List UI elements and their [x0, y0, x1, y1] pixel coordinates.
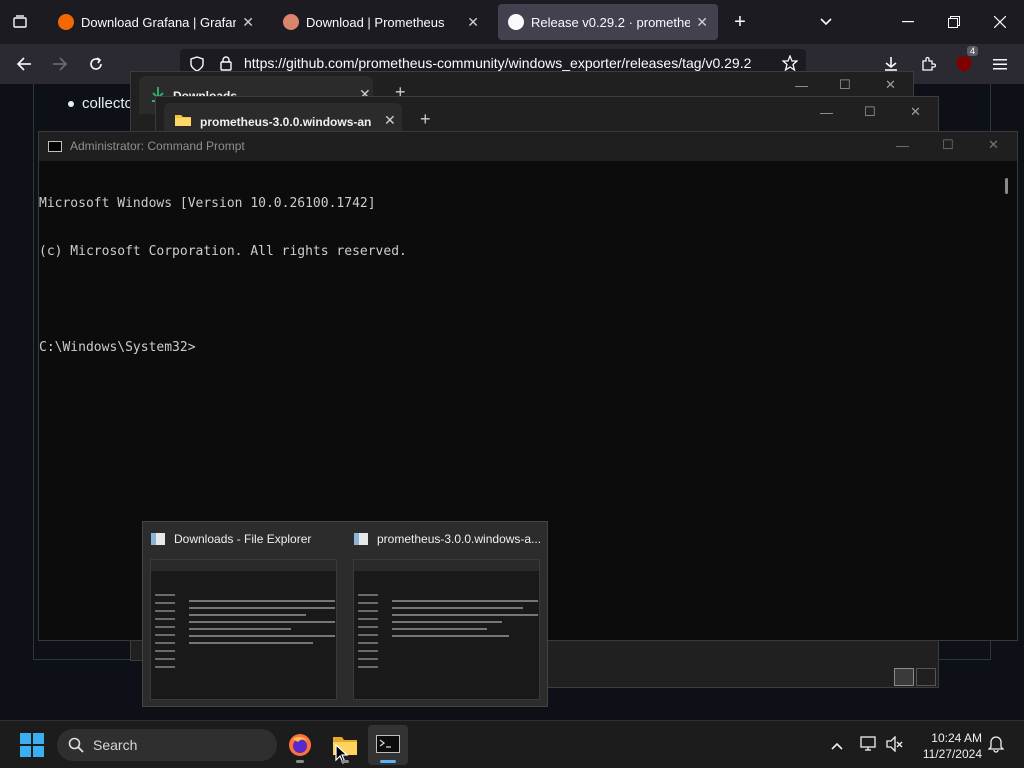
taskbar-thumbnail-preview: Downloads - File Explorer prometheus-3.0… — [142, 521, 548, 707]
minimize-icon[interactable]: — — [820, 105, 833, 120]
file-explorer-icon — [354, 533, 368, 545]
terminal-icon — [376, 735, 400, 753]
search-icon — [68, 737, 84, 753]
bullet-icon — [68, 100, 74, 107]
minimize-icon[interactable] — [896, 10, 920, 34]
close-tab-icon[interactable]: ✕ — [384, 112, 396, 129]
volume-muted-icon[interactable] — [886, 735, 904, 757]
running-indicator — [341, 760, 349, 763]
prometheus-icon — [283, 14, 299, 30]
clock-time: 10:24 AM — [931, 731, 982, 745]
start-windows-icon[interactable] — [20, 733, 44, 757]
reload-icon[interactable] — [84, 52, 108, 76]
close-tab-icon[interactable]: ✕ — [467, 14, 479, 31]
chevron-down-icon[interactable] — [814, 10, 838, 34]
browser-tab-bar: Download Grafana | Grafana Lal ✕ Downloa… — [0, 0, 1024, 44]
grafana-icon — [58, 14, 74, 30]
menu-hamburger-icon[interactable] — [988, 52, 1012, 76]
running-indicator — [380, 760, 396, 763]
tab-title: Release v0.29.2 · prometheus-co — [531, 14, 691, 30]
close-window-icon[interactable]: ✕ — [910, 104, 921, 120]
taskbar-firefox[interactable] — [280, 725, 320, 765]
close-tab-icon[interactable]: ✕ — [696, 14, 708, 31]
maximize-icon[interactable]: ☐ — [942, 137, 954, 153]
maximize-icon[interactable]: ☐ — [839, 77, 851, 93]
page-list-item: collecto — [68, 95, 133, 112]
preview-card-prometheus[interactable]: prometheus-3.0.0.windows-a... — [346, 522, 549, 708]
cmd-title-bar[interactable]: Administrator: Command Prompt — ☐ ✕ — [39, 132, 1017, 161]
tab-github-release[interactable]: Release v0.29.2 · prometheus-co ✕ — [498, 4, 718, 40]
minimize-icon[interactable]: — — [896, 138, 909, 153]
scrollbar-thumb[interactable] — [1005, 178, 1008, 194]
console-prompt: C:\Windows\System32> — [39, 340, 196, 355]
tab-grafana[interactable]: Download Grafana | Grafana Lal ✕ — [48, 4, 264, 40]
close-tab-icon[interactable]: ✕ — [242, 14, 254, 31]
close-window-icon[interactable]: ✕ — [885, 77, 896, 93]
chevron-up-icon[interactable] — [830, 738, 844, 756]
taskbar-command-prompt[interactable] — [368, 725, 408, 765]
search-label: Search — [93, 737, 138, 753]
file-explorer-icon — [151, 533, 165, 545]
maximize-icon[interactable]: ☐ — [864, 104, 876, 120]
clock-date: 11/27/2024 — [922, 747, 982, 761]
cmd-icon — [48, 141, 62, 152]
forward-arrow-icon[interactable] — [48, 52, 72, 76]
tab-title: Download Grafana | Grafana Lal — [81, 14, 237, 30]
network-icon[interactable] — [860, 736, 878, 757]
page-text: collecto — [82, 95, 133, 112]
tab-title: Download | Prometheus — [306, 14, 445, 30]
taskbar: Search 10:24 AM 11/27/2024 — [0, 720, 1024, 768]
window-thumbnail — [353, 559, 540, 700]
preview-card-downloads[interactable]: Downloads - File Explorer — [143, 522, 346, 708]
mouse-cursor-icon — [335, 743, 349, 768]
new-tab-button[interactable]: + — [420, 109, 431, 130]
ublock-origin-icon[interactable]: 4 — [952, 46, 978, 76]
notification-bell-icon[interactable] — [987, 735, 1005, 758]
github-icon — [508, 14, 524, 30]
tab-list-icon[interactable] — [8, 10, 32, 34]
taskbar-file-explorer[interactable] — [325, 725, 365, 765]
back-arrow-icon[interactable] — [12, 52, 36, 76]
system-clock[interactable]: 10:24 AM 11/27/2024 — [918, 730, 982, 762]
extensions-puzzle-icon[interactable] — [916, 52, 940, 76]
preview-title: Downloads - File Explorer — [174, 532, 312, 546]
details-view-button[interactable] — [894, 668, 914, 686]
extension-badge: 4 — [966, 46, 978, 56]
taskbar-search-box[interactable]: Search — [57, 729, 277, 761]
window-thumbnail — [150, 559, 337, 700]
firefox-icon — [288, 733, 312, 762]
console-line: (c) Microsoft Corporation. All rights re… — [39, 244, 407, 259]
cmd-title: Administrator: Command Prompt — [70, 139, 245, 153]
explorer-tab-title: prometheus-3.0.0.windows-an — [200, 115, 372, 129]
close-window-icon[interactable]: ✕ — [988, 137, 999, 153]
new-tab-button[interactable]: + — [728, 10, 752, 34]
minimize-icon[interactable]: — — [795, 78, 808, 93]
url-text[interactable]: https://github.com/prometheus-community/… — [244, 55, 751, 71]
cmd-console-output[interactable]: Microsoft Windows [Version 10.0.26100.17… — [39, 164, 407, 388]
close-window-icon[interactable] — [988, 10, 1012, 34]
folder-icon — [174, 113, 192, 132]
console-line: Microsoft Windows [Version 10.0.26100.17… — [39, 196, 376, 211]
tab-prometheus[interactable]: Download | Prometheus ✕ — [273, 4, 489, 40]
restore-icon[interactable] — [942, 10, 966, 34]
running-indicator — [296, 760, 304, 763]
tiles-view-button[interactable] — [916, 668, 936, 686]
preview-title: prometheus-3.0.0.windows-a... — [377, 532, 542, 546]
